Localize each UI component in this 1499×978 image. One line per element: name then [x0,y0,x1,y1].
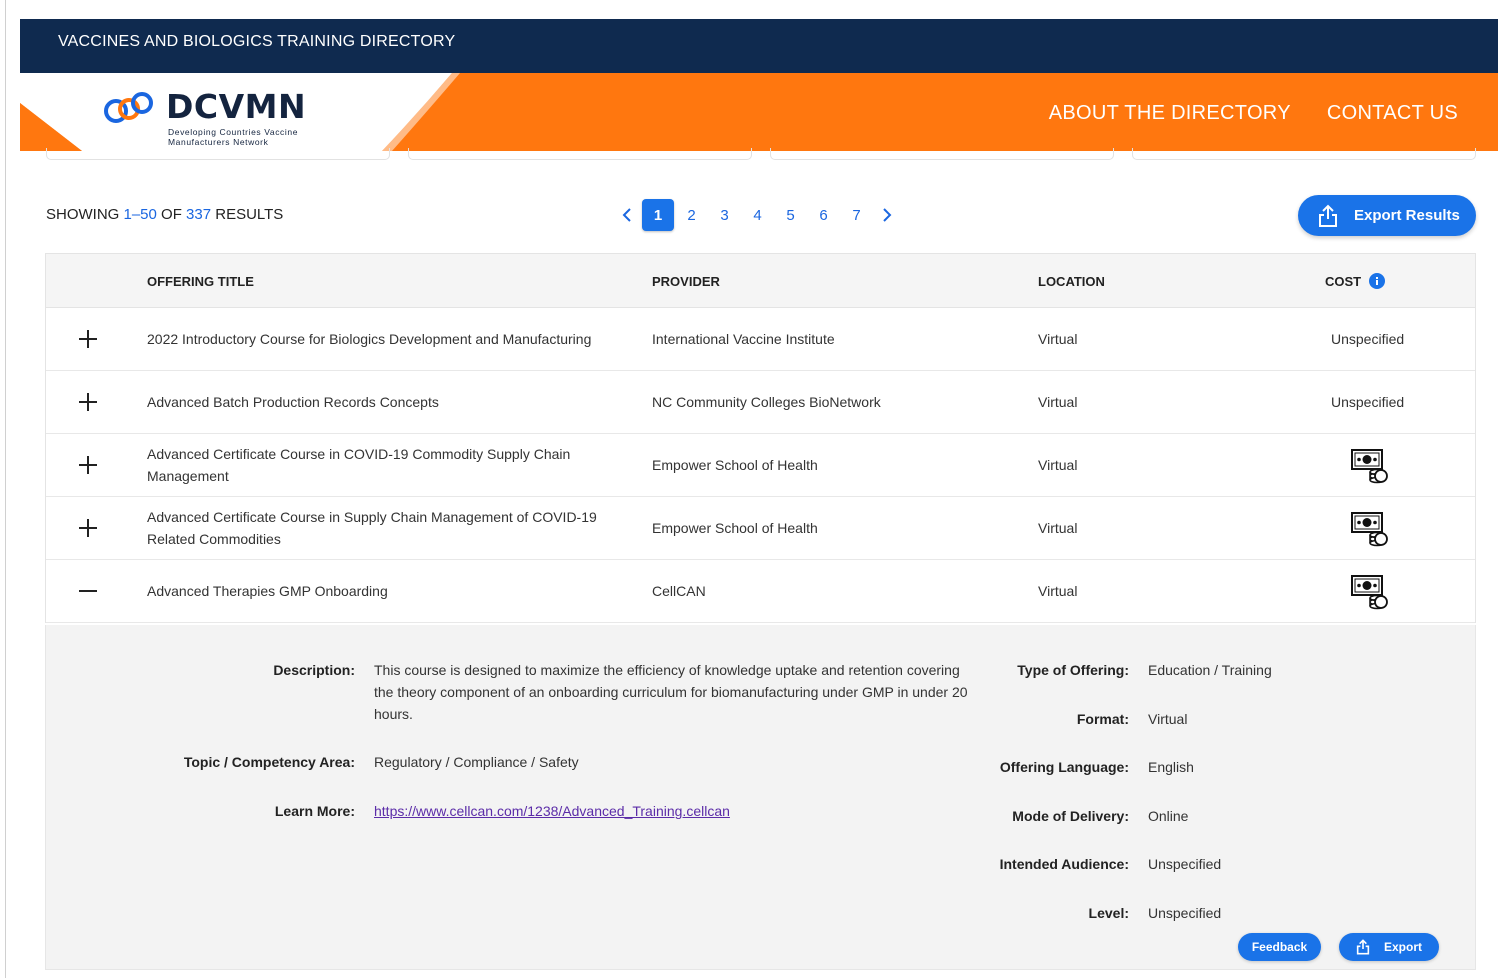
offering-title: 2022 Introductory Course for Biologics D… [147,331,592,347]
column-header-location[interactable]: LOCATION [1038,274,1105,289]
logo-wordmark: DCVMN [166,87,307,126]
location: Virtual [1038,457,1078,473]
page-7-button[interactable]: 7 [840,199,873,231]
export-label: Export [1383,940,1422,954]
topic-value: Regulatory / Compliance / Safety [374,754,579,770]
mode-of-delivery-value: Online [1148,808,1189,824]
site-header: DCVMN Developing Countries Vaccine Manuf… [20,73,1498,151]
info-icon[interactable] [1369,273,1386,289]
provider-name: CellCAN [652,583,706,599]
column-header-provider[interactable]: PROVIDER [652,274,720,289]
format-label: Format: [1076,711,1129,727]
filter-field-edge [770,148,1114,160]
nav-contact-us[interactable]: CONTACT US [1327,102,1458,125]
description-label: Description: [273,662,355,678]
expand-row-button[interactable] [78,518,98,538]
language-value: English [1148,759,1194,775]
prev-page-button[interactable] [613,199,641,231]
site-title: VACCINES AND BIOLOGICS TRAINING DIRECTOR… [58,33,456,50]
money-icon [1351,449,1388,484]
location: Virtual [1038,394,1078,410]
cost-value: Unspecified [1331,331,1405,347]
table-row[interactable]: Advanced Certificate Course in Supply Ch… [46,497,1475,560]
level-value: Unspecified [1148,905,1222,921]
chevron-left-icon [622,208,631,222]
language-label: Offering Language: [999,759,1129,775]
level-label: Level: [1088,905,1129,921]
page-5-button[interactable]: 5 [774,199,807,231]
page-1-button[interactable]: 1 [642,199,674,231]
provider-name: International Vaccine Institute [652,331,835,347]
offering-title: Advanced Therapies GMP Onboarding [147,583,388,599]
site-topbar: VACCINES AND BIOLOGICS TRAINING DIRECTOR… [20,19,1498,73]
main-nav: ABOUT THE DIRECTORY CONTACT US [1049,102,1458,125]
collapse-row-button[interactable] [78,581,98,601]
table-row[interactable]: Advanced Certificate Course in COVID-19 … [46,434,1475,497]
type-of-offering-label: Type of Offering: [1017,662,1129,678]
provider-name: Empower School of Health [652,457,818,473]
page-6-button[interactable]: 6 [807,199,840,231]
export-results-button[interactable]: Export Results [1298,195,1476,236]
location: Virtual [1038,520,1078,536]
share-export-icon [1356,939,1370,955]
window-edge [5,0,6,978]
mode-of-delivery-label: Mode of Delivery: [1012,808,1129,824]
table-row[interactable]: Advanced Batch Production Records Concep… [46,371,1475,434]
dcvmn-logo[interactable]: DCVMN Developing Countries Vaccine Manuf… [102,87,322,147]
expand-row-button[interactable] [78,329,98,349]
learn-more-link[interactable]: https://www.cellcan.com/1238/Advanced_Tr… [374,800,730,822]
export-button[interactable]: Export [1339,933,1439,961]
provider-name: Empower School of Health [652,520,818,536]
money-icon [1351,575,1388,610]
results-table: OFFERING TITLE PROVIDER LOCATION COST 20… [45,253,1476,623]
provider-name: NC Community Colleges BioNetwork [652,394,881,410]
expand-row-button[interactable] [78,455,98,475]
table-row[interactable]: Advanced Therapies GMP Onboarding CellCA… [46,560,1475,623]
column-header-cost[interactable]: COST [1325,273,1386,289]
offering-title: Advanced Batch Production Records Concep… [147,394,439,410]
offering-title: Advanced Certificate Course in Supply Ch… [147,509,597,547]
filter-field-edge [408,148,752,160]
filter-field-edge [46,148,390,160]
location: Virtual [1038,583,1078,599]
money-icon [1351,512,1388,547]
page-4-button[interactable]: 4 [741,199,774,231]
page-3-button[interactable]: 3 [708,199,741,231]
format-value: Virtual [1148,711,1188,727]
intended-audience-value: Unspecified [1148,856,1222,872]
description-text: This course is designed to maximize the … [374,662,968,722]
expand-row-button[interactable] [78,392,98,412]
column-header-offering-title[interactable]: OFFERING TITLE [147,274,254,289]
intended-audience-label: Intended Audience: [999,856,1129,872]
type-of-offering-value: Education / Training [1148,662,1272,678]
pagination: 1 2 3 4 5 6 7 [613,198,901,232]
topic-label: Topic / Competency Area: [183,754,355,770]
offering-title: Advanced Certificate Course in COVID-19 … [147,446,571,484]
export-results-label: Export Results [1354,207,1460,224]
nav-about-directory[interactable]: ABOUT THE DIRECTORY [1049,102,1291,125]
cost-value: Unspecified [1331,394,1405,410]
results-summary: SHOWING 1–50 OF 337 RESULTS [46,206,284,223]
next-page-button[interactable] [873,199,901,231]
location: Virtual [1038,331,1078,347]
filter-field-edge [1132,148,1476,160]
chevron-right-icon [883,208,892,222]
logo-rings-icon [104,92,153,123]
share-export-icon [1319,204,1337,227]
feedback-button[interactable]: Feedback [1238,933,1321,961]
table-header: OFFERING TITLE PROVIDER LOCATION COST [46,254,1475,308]
learn-more-label: Learn More: [274,803,355,819]
logo-tagline: Developing Countries Vaccine Manufacture… [168,127,299,147]
page-2-button[interactable]: 2 [675,199,708,231]
offering-detail-panel: Description: This course is designed to … [45,625,1476,970]
table-row[interactable]: 2022 Introductory Course for Biologics D… [46,308,1475,371]
